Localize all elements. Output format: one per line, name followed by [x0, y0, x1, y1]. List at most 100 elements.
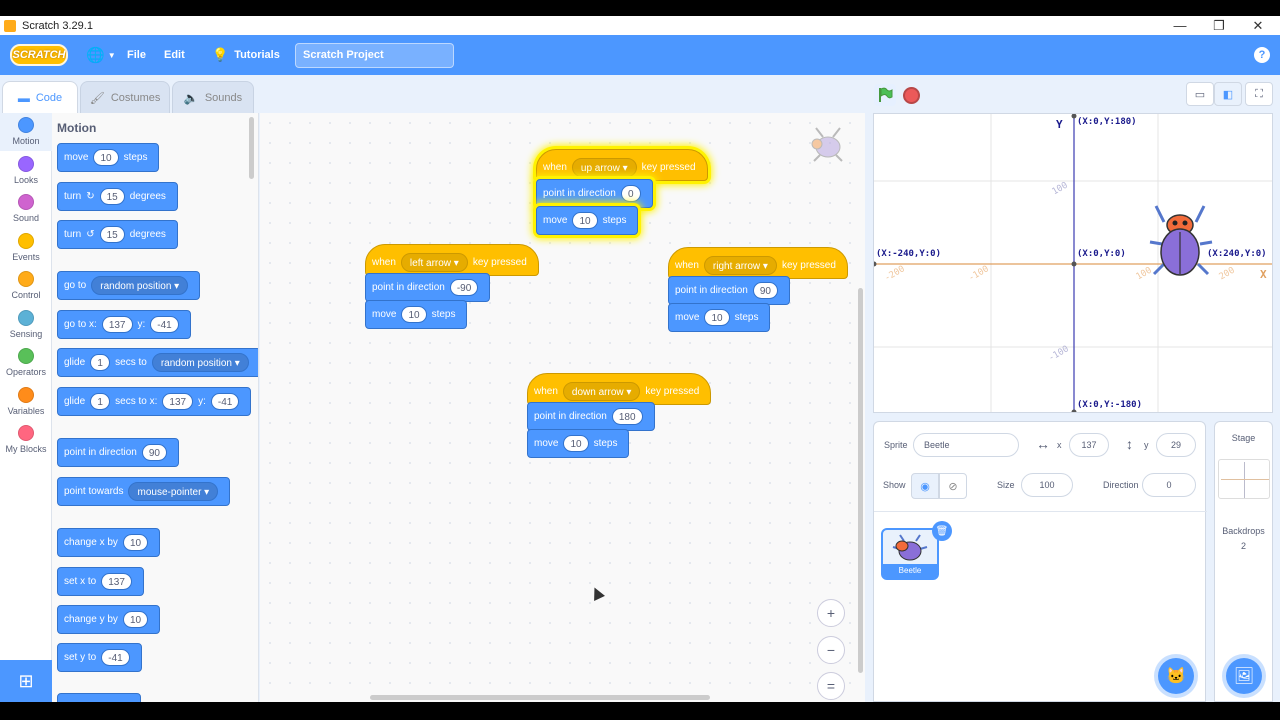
block-turn-right[interactable]: turn ↻ 15 degrees [57, 182, 178, 211]
category-my-blocks[interactable]: My Blocks [0, 425, 52, 454]
block-input[interactable]: 137 [162, 393, 194, 410]
block-point-in-direction[interactable]: point in direction 180 [527, 402, 655, 431]
block-glide-xy[interactable]: glide 1 secs to x: 137 y: -41 [57, 387, 252, 416]
zoom-reset-button[interactable]: = [817, 672, 845, 700]
block-input[interactable]: 1 [90, 393, 111, 410]
block-input[interactable]: 10 [93, 149, 119, 166]
category-sound[interactable]: Sound [0, 194, 52, 223]
block-when-key-pressed[interactable]: when down arrow key pressed [527, 373, 712, 405]
zoom-out-button[interactable]: − [817, 636, 845, 664]
tab-costumes[interactable]: 🖌 Costumes [80, 81, 170, 113]
close-window-button[interactable]: ✕ [1238, 16, 1278, 35]
block-turn-left[interactable]: turn ↺ 15 degrees [57, 220, 178, 249]
edit-menu[interactable]: Edit [164, 35, 185, 75]
category-events[interactable]: Events [0, 233, 52, 262]
y-input[interactable]: 29 [1156, 433, 1196, 457]
fullscreen-button[interactable]: ⛶ [1245, 82, 1273, 106]
block-when-key-pressed[interactable]: when up arrow key pressed [536, 149, 708, 181]
size-input[interactable]: 100 [1021, 473, 1073, 497]
block-input[interactable]: 10 [122, 534, 149, 551]
scratch-logo[interactable]: SCRATCH [10, 44, 68, 66]
restore-button[interactable]: ❐ [1199, 16, 1239, 35]
block-when-key-pressed[interactable]: when left arrow key pressed [365, 244, 539, 276]
script-area[interactable]: when up arrow key pressed point in direc… [260, 113, 865, 702]
show-sprite-button[interactable]: ◉ [911, 473, 939, 499]
block-input[interactable]: 10 [563, 435, 589, 452]
sprite-card-beetle[interactable]: Beetle 🗑 [881, 521, 952, 580]
tab-sounds[interactable]: 🔈 Sounds [172, 81, 254, 113]
green-flag-button[interactable] [874, 84, 896, 106]
file-menu[interactable]: File [127, 35, 146, 75]
language-menu[interactable]: 🌐 ▼ [86, 35, 116, 75]
stop-button[interactable] [903, 87, 920, 104]
choose-sprite-button[interactable]: 🐱 [1158, 658, 1194, 694]
stage[interactable]: Y (X:0,Y:180) (X:0,Y:-180) (X:-240,Y:0) … [873, 113, 1273, 413]
palette-scrollbar[interactable] [249, 117, 254, 179]
backdrop-thumbnail[interactable] [1218, 459, 1270, 499]
block-input[interactable]: 15 [99, 188, 125, 205]
block-point-in-direction[interactable]: point in direction 90 [668, 276, 790, 305]
block-input[interactable]: 137 [101, 573, 132, 590]
key-dropdown[interactable]: left arrow [400, 252, 468, 272]
block-partial[interactable] [57, 693, 141, 702]
key-dropdown[interactable]: right arrow [703, 255, 777, 275]
zoom-in-button[interactable]: + [817, 599, 845, 627]
block-input[interactable]: 90 [141, 444, 167, 461]
key-dropdown[interactable]: down arrow [562, 381, 641, 401]
stage-selector[interactable]: Stage Backdrops 2 🖼 [1214, 421, 1273, 702]
direction-input[interactable]: 0 [1142, 473, 1196, 497]
block-input[interactable]: -41 [101, 649, 130, 666]
category-looks[interactable]: Looks [0, 156, 52, 185]
category-variables[interactable]: Variables [0, 387, 52, 416]
x-input[interactable]: 137 [1069, 433, 1109, 457]
block-input[interactable]: 10 [122, 611, 149, 628]
category-operators[interactable]: Operators [0, 348, 52, 377]
block-input[interactable]: 180 [611, 408, 643, 425]
minimize-button[interactable]: — [1160, 16, 1200, 35]
block-input[interactable]: 90 [752, 282, 778, 299]
sprite-name-input[interactable]: Beetle [913, 433, 1019, 457]
block-dropdown[interactable]: random position [91, 276, 189, 295]
block-point-in-direction[interactable]: point in direction 0 [536, 179, 653, 208]
block-input[interactable]: 137 [101, 316, 133, 333]
block-when-key-pressed[interactable]: when right arrow key pressed [668, 247, 848, 279]
script-vertical-scrollbar[interactable] [858, 288, 863, 673]
block-input[interactable]: 10 [401, 306, 427, 323]
block-input[interactable]: -41 [210, 393, 240, 410]
block-move-steps[interactable]: move 10 steps [365, 300, 468, 329]
block-set-x[interactable]: set x to 137 [57, 567, 144, 596]
block-input[interactable]: 1 [90, 354, 111, 371]
add-extension-button[interactable]: ⊞ [0, 660, 52, 702]
block-point-in-direction[interactable]: point in direction 90 [57, 438, 179, 467]
block-input[interactable]: 10 [572, 212, 598, 229]
hide-sprite-button[interactable]: ⊘ [939, 473, 967, 499]
block-input[interactable]: -41 [150, 316, 179, 333]
block-go-to[interactable]: go to random position [57, 271, 201, 300]
key-dropdown[interactable]: up arrow [571, 157, 637, 177]
block-input[interactable]: 15 [99, 226, 125, 243]
tab-code[interactable]: ▬ Code [2, 81, 78, 113]
block-point-towards[interactable]: point towards mouse-pointer [57, 477, 231, 506]
block-move-steps[interactable]: move 10 steps [57, 143, 160, 172]
large-stage-button[interactable]: ◧ [1214, 82, 1242, 106]
delete-sprite-button[interactable]: 🗑 [932, 521, 952, 541]
category-motion[interactable]: Motion [0, 113, 52, 151]
small-stage-button[interactable]: ▭ [1186, 82, 1214, 106]
block-move-steps[interactable]: move 10 steps [527, 429, 630, 458]
block-change-x[interactable]: change x by 10 [57, 528, 161, 557]
block-input[interactable]: -90 [449, 279, 479, 296]
help-icon[interactable]: ? [1254, 47, 1270, 63]
block-dropdown[interactable]: mouse-pointer [128, 482, 219, 501]
block-change-y[interactable]: change y by 10 [57, 605, 161, 634]
block-move-steps[interactable]: move 10 steps [668, 303, 771, 332]
block-set-y[interactable]: set y to -41 [57, 643, 142, 672]
project-title-input[interactable]: Scratch Project [295, 43, 454, 68]
block-input[interactable]: 0 [620, 185, 641, 202]
block-glide[interactable]: glide 1 secs to random position [57, 348, 258, 377]
block-point-in-direction[interactable]: point in direction -90 [365, 273, 491, 302]
block-move-steps[interactable]: move 10 steps [536, 206, 639, 235]
block-dropdown[interactable]: random position [151, 353, 249, 372]
script-horizontal-scrollbar[interactable] [370, 695, 710, 700]
beetle-sprite[interactable] [1149, 205, 1213, 276]
block-go-to-xy[interactable]: go to x: 137 y: -41 [57, 310, 191, 339]
